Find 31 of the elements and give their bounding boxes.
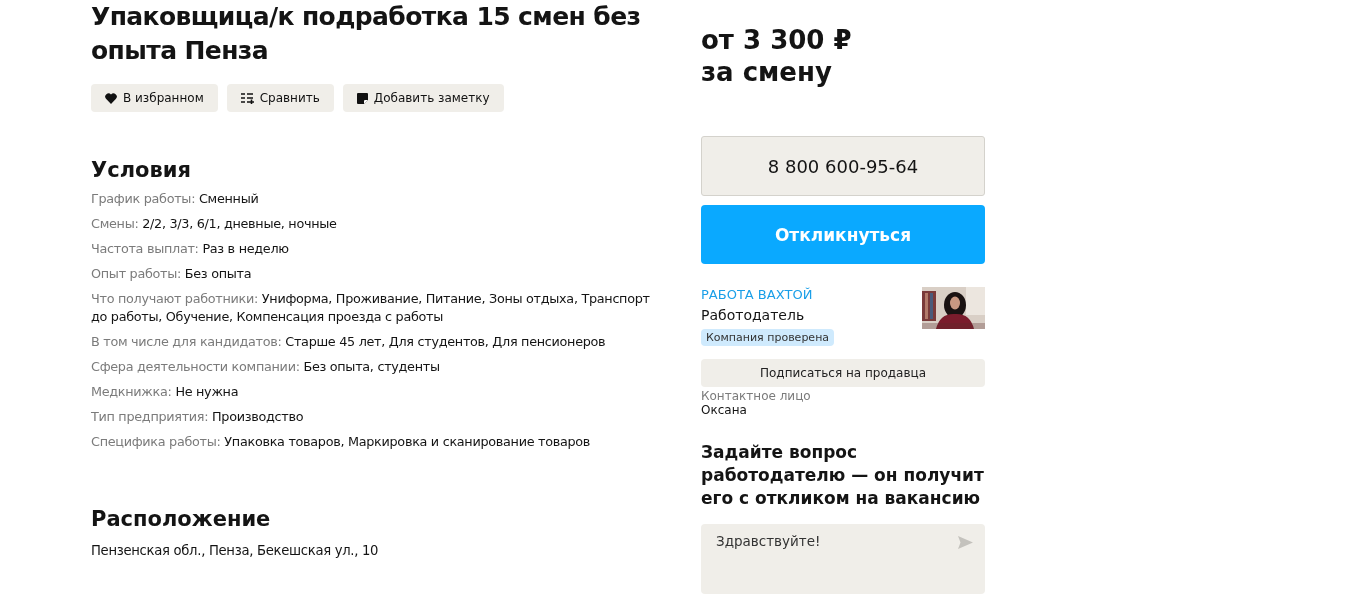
message-field[interactable]: Здравствуйте!	[701, 524, 985, 594]
address-text: Пензенская обл., Пенза, Бекешская ул., 10	[91, 543, 380, 558]
condition-row: Что получают работники: Униформа, Проживание, Питание, Зоны отдыха, Транспорт до работы, Обучение, Компенсация проезда с работы	[91, 290, 651, 326]
compare-icon	[240, 92, 254, 104]
send-icon[interactable]	[958, 536, 973, 549]
note-icon	[356, 92, 368, 104]
condition-row-text: Смены: 2/2, 3/3, 6/1, дневные, ночные	[91, 215, 338, 233]
compare-button[interactable]: Сравнить	[226, 84, 334, 112]
condition-row-text: Частота выплат: Раз в неделю	[91, 240, 290, 258]
vacancy-title: Упаковщица/к подработка 15 смен без опыта Пенза	[91, 1, 642, 67]
phone-button[interactable]: 8 800 600-95-64	[701, 136, 985, 196]
condition-row-text: График работы: Сменный	[91, 190, 260, 208]
section-heading: Расположение	[91, 507, 272, 531]
condition-row-text: Медкнижка: Не нужна	[91, 383, 240, 401]
contact-name: Оксана	[701, 403, 748, 417]
condition-row-text: Специфика работы: Упаковка товаров, Маркировка и сканирование товаров	[91, 433, 592, 451]
heart-icon	[105, 92, 117, 104]
subscribe-button[interactable]: Подписаться на продавца	[701, 359, 985, 387]
question-heading: Задайте вопрос работодателю — он получит его с откликом на вакансию	[701, 441, 985, 510]
favorite-button[interactable]: В избранном	[91, 84, 218, 112]
verified-badge: Компания проверена	[701, 329, 835, 346]
employer-role: Работодатель	[701, 306, 805, 325]
contact-label: Контактное лицо	[701, 389, 812, 403]
condition-row-text: Сфера деятельности компании: Без опыта, студенты	[91, 358, 441, 376]
section-heading: Условия	[91, 158, 192, 182]
note-button[interactable]: Добавить заметку	[342, 84, 504, 112]
condition-row-text: В том числе для кандидатов: Старше 45 лет, Для студентов, Для пенсионеров	[91, 333, 607, 351]
price-period: за смену	[701, 56, 833, 88]
condition-row-text: Тип предприятия: Производство	[91, 408, 305, 426]
condition-row-text: Опыт работы: Без опыта	[91, 265, 253, 283]
price-amount: от 3 300 ₽	[701, 24, 853, 56]
